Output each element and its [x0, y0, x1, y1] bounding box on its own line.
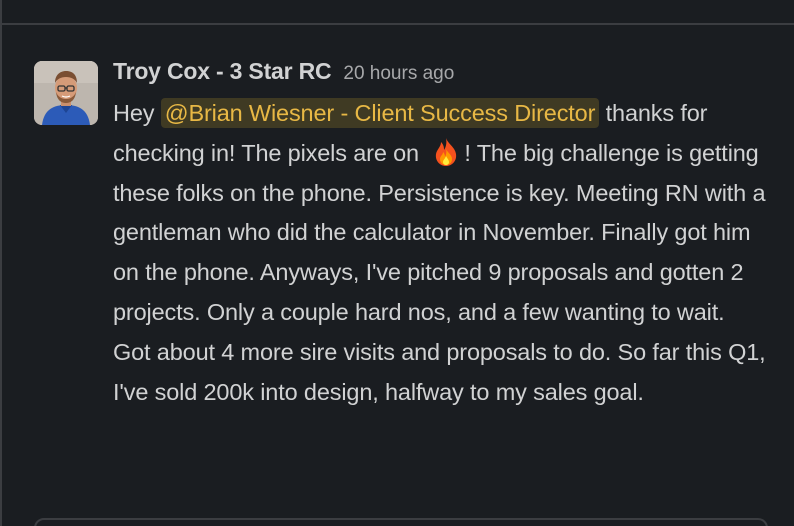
message-header: Troy Cox - 3 Star RC 20 hours ago: [113, 58, 768, 94]
sender-name[interactable]: Troy Cox - 3 Star RC: [113, 58, 332, 85]
avatar-image: [34, 61, 98, 125]
user-mention[interactable]: @Brian Wiesner - Client Success Director: [160, 98, 600, 128]
message-body: Hey @Brian Wiesner - Client Success Dire…: [113, 94, 768, 412]
message-timestamp[interactable]: 20 hours ago: [343, 63, 454, 85]
avatar[interactable]: [34, 61, 98, 125]
message-text-end: ! The big challenge is getting these fol…: [113, 139, 766, 405]
message-content: Troy Cox - 3 Star RC 20 hours ago Hey @B…: [113, 58, 768, 412]
message-divider: [0, 23, 794, 25]
chat-window: Troy Cox - 3 Star RC 20 hours ago Hey @B…: [0, 0, 794, 526]
pane-border: [0, 0, 2, 526]
message-text-start: Hey: [113, 100, 161, 126]
message-composer[interactable]: [34, 518, 768, 526]
fire-emoji-icon: [429, 137, 463, 167]
